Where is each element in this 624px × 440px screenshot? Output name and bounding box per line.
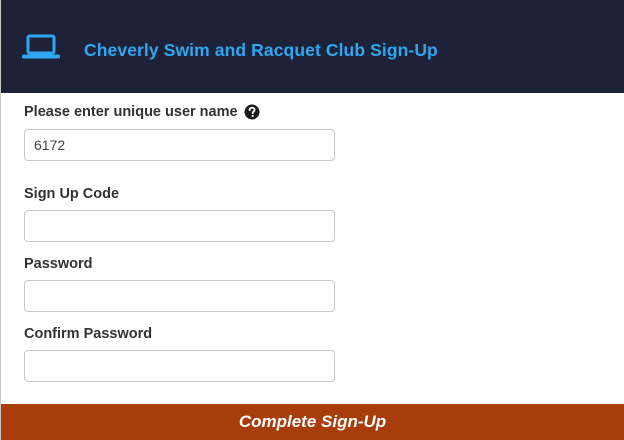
- complete-signup-button[interactable]: Complete Sign-Up: [1, 404, 624, 440]
- username-label: Please enter unique user name: [24, 104, 260, 120]
- confirm-password-input[interactable]: [24, 350, 335, 382]
- question-circle-icon[interactable]: [244, 104, 260, 120]
- confirm-password-label: Confirm Password: [24, 326, 153, 342]
- username-input[interactable]: [24, 129, 335, 161]
- signup-page: Cheverly Swim and Racquet Club Sign-Up P…: [0, 0, 624, 440]
- password-label: Password: [24, 256, 93, 272]
- username-label-text: Please enter unique user name: [24, 104, 238, 120]
- password-input[interactable]: [24, 280, 335, 312]
- page-header: Cheverly Swim and Racquet Club Sign-Up: [1, 0, 624, 93]
- signup-code-label: Sign Up Code: [24, 186, 120, 202]
- signup-code-input[interactable]: [24, 210, 335, 242]
- laptop-icon: [22, 34, 60, 59]
- page-title: Cheverly Swim and Racquet Club Sign-Up: [84, 40, 438, 60]
